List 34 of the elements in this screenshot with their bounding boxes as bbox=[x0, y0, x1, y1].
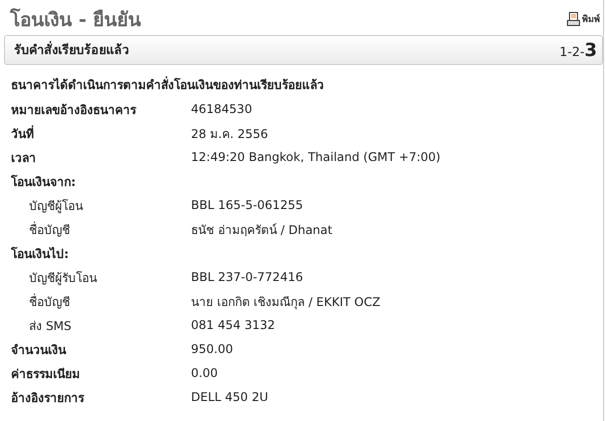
step-number: 1 bbox=[560, 44, 568, 58]
step-number: 2 bbox=[572, 44, 580, 58]
field-value: DELL 450 2U bbox=[191, 390, 268, 404]
field-value: BBL 165-5-061255 bbox=[191, 198, 303, 212]
page-title: โอนเงิน - ยืนยัน bbox=[10, 7, 142, 33]
field-value: 12:49:20 Bangkok, Thailand (GMT +7:00) bbox=[191, 150, 440, 164]
field-value: 46184530 bbox=[191, 102, 252, 116]
field-value: BBL 237-0-772416 bbox=[191, 270, 303, 284]
field-value: นาย เอกกิต เชิงมณีกุล / EKKIT OCZ bbox=[191, 294, 380, 310]
section-label: โอนเงินไป: bbox=[11, 246, 70, 262]
field-label: อ้างอิงรายการ bbox=[11, 390, 86, 406]
section-label: โอนเงินจาก: bbox=[11, 174, 77, 190]
field-label: วันที่ bbox=[11, 124, 35, 142]
field-value: 950.00 bbox=[191, 342, 233, 356]
panel-heading: รับคำสั่งเรียบร้อยแล้ว bbox=[14, 40, 129, 59]
field-label: จำนวนเงิน bbox=[11, 342, 68, 358]
printer-icon bbox=[567, 12, 580, 26]
step-separator: - bbox=[580, 44, 584, 58]
field-label: ส่ง SMS bbox=[28, 318, 72, 334]
field-label: หมายเลขอ้างอิงธนาคาร bbox=[11, 102, 138, 118]
field-value: 081 454 3132 bbox=[191, 318, 275, 332]
step-number: 3 bbox=[584, 40, 597, 60]
field-value: 0.00 bbox=[191, 366, 218, 380]
step-separator: - bbox=[567, 44, 572, 58]
field-label: ค่าธรรมเนียม bbox=[11, 366, 81, 382]
field-value: 28 ม.ค. 2556 bbox=[191, 126, 268, 142]
field-label: บัญชีผู้รับโอน bbox=[28, 270, 98, 286]
field-value: ธนัช อ่ามฤครัตน์ / Dhanat bbox=[191, 222, 332, 238]
confirmation-message: ธนาคารได้ดำเนินการตามคำสั่งโอนเงินของท่านเรียบร้อยแล้ว bbox=[10, 75, 325, 91]
print-link[interactable]: พิมพ์ bbox=[567, 12, 600, 26]
field-label: บัญชีผู้โอน bbox=[28, 198, 84, 214]
field-label: ชื่อบัญชี bbox=[28, 292, 71, 310]
field-label: ชื่อบัญชี bbox=[28, 220, 71, 238]
field-label: เวลา bbox=[11, 150, 37, 166]
